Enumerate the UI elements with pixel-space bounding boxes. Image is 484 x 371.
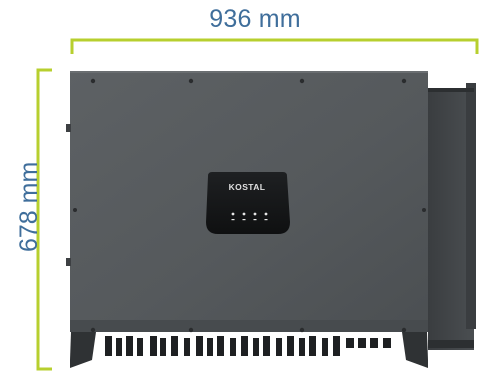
brand-logo: KOSTAL [229, 182, 266, 192]
product-dimension-figure: KOSTAL 936 mm 678 mm [0, 0, 484, 371]
width-dimension-label: 936 mm [209, 5, 301, 33]
heatsink-side-module [428, 83, 476, 350]
connector-row [105, 336, 391, 356]
width-dimension-line [70, 38, 479, 54]
height-dimension-label: 678 mm [15, 161, 43, 252]
inverter-illustration: KOSTAL [36, 38, 479, 371]
mounting-feet [70, 332, 428, 368]
